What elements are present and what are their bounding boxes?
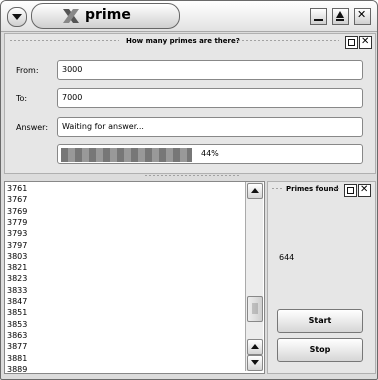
to-field[interactable]: 7000	[57, 88, 363, 108]
from-label: From:	[16, 66, 39, 75]
app-x-icon	[63, 9, 79, 23]
list-item[interactable]: 3793	[7, 228, 27, 239]
list-item[interactable]: 3761	[7, 183, 27, 194]
dock-close-icon[interactable]	[359, 36, 372, 49]
to-label: To:	[16, 94, 28, 103]
scroll-thumb[interactable]	[247, 296, 263, 322]
list-item[interactable]: 3863	[7, 330, 27, 341]
list-item[interactable]: 3833	[7, 285, 27, 296]
answer-field: Waiting for answer...	[57, 117, 363, 137]
minimize-icon[interactable]	[310, 8, 327, 25]
window-menu-chevron-icon[interactable]	[7, 7, 27, 27]
answer-label: Answer:	[16, 123, 49, 132]
progress-text: 44%	[201, 149, 219, 158]
scroll-up-icon[interactable]	[247, 339, 263, 355]
title-pill[interactable]: prime	[31, 3, 180, 29]
splitter-grip[interactable]	[144, 174, 240, 177]
dock-grip[interactable]	[237, 39, 339, 42]
window-title: prime	[85, 7, 131, 23]
from-field[interactable]: 3000	[57, 60, 363, 80]
scroll-up-icon[interactable]	[247, 183, 263, 199]
primes-list[interactable]: 3761 3767 3769 3779 3793 3797 3803 3821 3823 3833…	[4, 181, 265, 374]
start-button[interactable]: Start	[277, 309, 363, 333]
primes-count: 644	[279, 253, 295, 262]
list-item[interactable]: 3821	[7, 262, 27, 273]
query-panel: How many primes are there? From: 3000 To…	[4, 33, 376, 174]
list-item[interactable]: 3853	[7, 319, 27, 330]
close-icon[interactable]	[354, 8, 371, 25]
list-item[interactable]: 3769	[7, 206, 27, 217]
list-item[interactable]: 3767	[7, 194, 27, 205]
dock-float-icon[interactable]	[344, 184, 357, 197]
list-item[interactable]: 3881	[7, 353, 27, 364]
dock-close-icon[interactable]	[358, 184, 371, 197]
dock-float-icon[interactable]	[345, 36, 358, 49]
title-bar[interactable]: prime	[1, 1, 377, 32]
splitter-handle[interactable]	[4, 173, 376, 178]
progress-bar: 44%	[57, 144, 363, 164]
list-item[interactable]: 3877	[7, 341, 27, 352]
list-item[interactable]: 3847	[7, 296, 27, 307]
vertical-scrollbar[interactable]	[245, 182, 263, 371]
query-panel-title: How many primes are there?	[126, 37, 240, 45]
list-item[interactable]: 3797	[7, 240, 27, 251]
stop-button[interactable]: Stop	[277, 338, 363, 362]
list-item[interactable]: 3779	[7, 217, 27, 228]
list-item[interactable]: 3851	[7, 307, 27, 318]
app-window: prime How many primes are there? From: 3…	[0, 0, 378, 380]
dock-grip[interactable]	[271, 187, 283, 190]
dock-grip[interactable]	[332, 187, 340, 190]
primes-found-title: Primes found	[286, 185, 339, 193]
progress-fill	[61, 148, 193, 162]
scroll-down-icon[interactable]	[247, 355, 263, 371]
list-item[interactable]: 3803	[7, 251, 27, 262]
dock-grip[interactable]	[9, 39, 119, 42]
list-item[interactable]: 3889	[7, 364, 27, 373]
maximize-icon[interactable]	[332, 8, 349, 25]
list-item[interactable]: 3823	[7, 273, 27, 284]
